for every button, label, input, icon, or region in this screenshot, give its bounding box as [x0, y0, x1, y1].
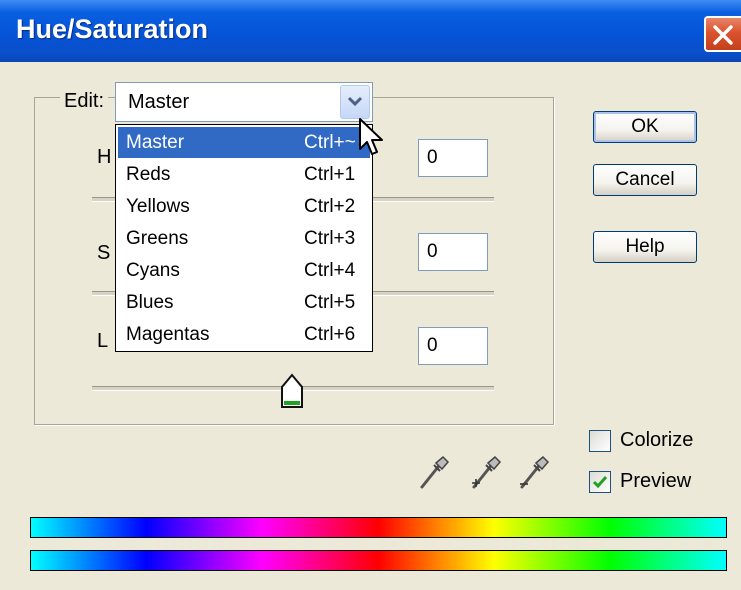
saturation-input[interactable]: 0 — [418, 233, 488, 271]
dropdown-item-blues[interactable]: Blues Ctrl+5 — [118, 287, 370, 318]
preview-label: Preview — [620, 470, 692, 492]
help-button[interactable]: Help — [593, 231, 697, 263]
dropdown-arrow-button[interactable] — [340, 85, 370, 119]
dropdown-item-reds[interactable]: Reds Ctrl+1 — [118, 159, 370, 190]
dropdown-item-master[interactable]: Master Ctrl+~ — [118, 127, 370, 158]
edit-channel-select[interactable]: Master — [115, 82, 373, 122]
checkmark-icon — [592, 476, 608, 489]
lightness-label: L — [97, 330, 109, 352]
eyedropper-plus-icon[interactable] — [470, 453, 502, 491]
dropdown-item-magentas[interactable]: Magentas Ctrl+6 — [118, 319, 370, 350]
title-bar[interactable]: Hue/Saturation — [0, 0, 741, 62]
colorize-label: Colorize — [620, 429, 694, 451]
preview-checkbox[interactable] — [589, 471, 611, 493]
colorize-checkbox[interactable] — [589, 430, 611, 452]
output-color-spectrum-bar — [30, 550, 727, 571]
ok-button[interactable]: OK — [593, 111, 697, 143]
edit-dropdown-list[interactable]: Master Ctrl+~ Reds Ctrl+1 Yellows Ctrl+2… — [115, 124, 373, 352]
window-title: Hue/Saturation — [16, 14, 209, 44]
edit-select-value: Master — [128, 91, 190, 113]
hue-label: H — [97, 146, 112, 168]
close-button[interactable] — [704, 16, 741, 52]
dropdown-item-yellows[interactable]: Yellows Ctrl+2 — [118, 191, 370, 222]
hue-saturation-dialog: Hue/Saturation Edit: Master H S L 0 0 0 … — [0, 0, 741, 590]
hue-input[interactable]: 0 — [418, 139, 488, 177]
cancel-button[interactable]: Cancel — [593, 164, 697, 196]
chevron-down-icon — [347, 96, 363, 107]
eyedropper-minus-icon[interactable] — [518, 453, 550, 491]
lightness-input[interactable]: 0 — [418, 327, 488, 365]
edit-label: Edit: — [60, 90, 109, 113]
eyedropper-icon[interactable] — [418, 453, 450, 491]
dropdown-item-cyans[interactable]: Cyans Ctrl+4 — [118, 255, 370, 286]
saturation-label: S — [97, 242, 111, 264]
input-color-spectrum-bar — [30, 517, 727, 538]
lightness-slider-thumb[interactable] — [280, 373, 304, 409]
close-x-icon — [713, 25, 733, 45]
dropdown-item-greens[interactable]: Greens Ctrl+3 — [118, 223, 370, 254]
mouse-pointer-icon — [359, 118, 383, 155]
